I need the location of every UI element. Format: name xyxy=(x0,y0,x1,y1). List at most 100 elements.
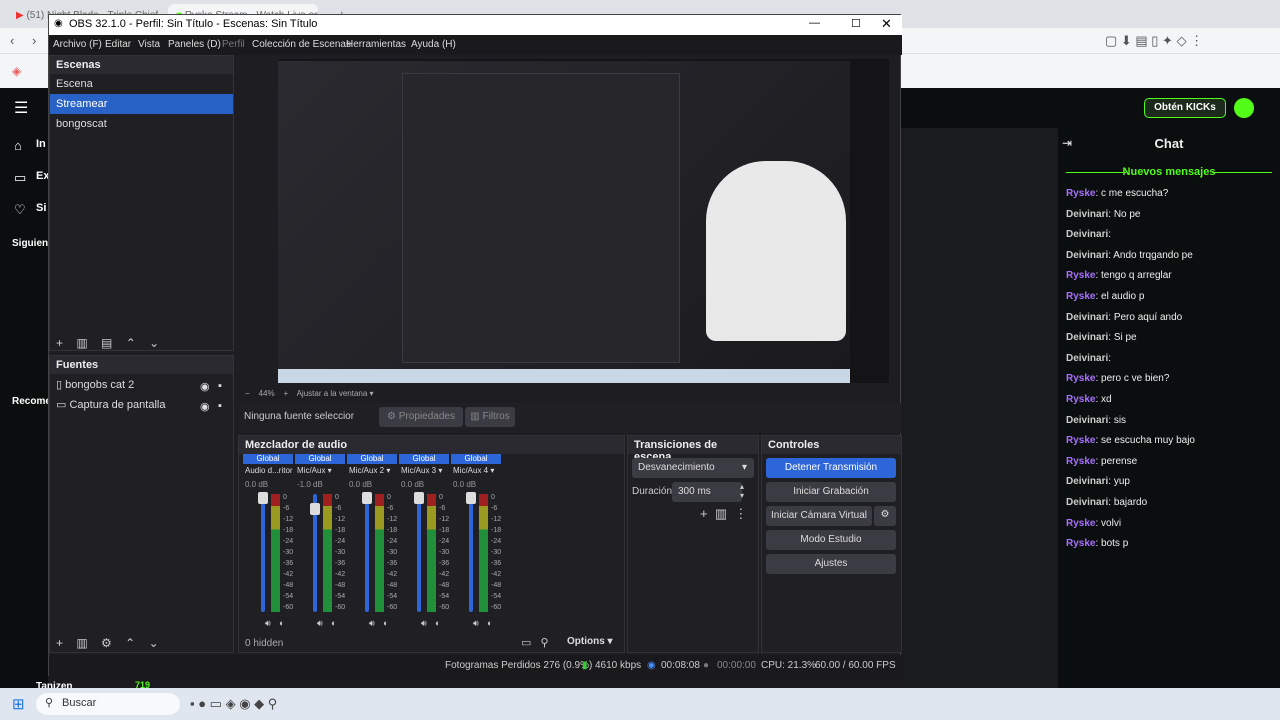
windows-start-icon[interactable]: ⊞ xyxy=(12,695,25,713)
chat-username[interactable]: Ryske xyxy=(1066,538,1095,549)
source-item[interactable]: ▯ bongobs cat 2 ◉ ▪ xyxy=(50,374,233,394)
trash-icon[interactable]: ▥ xyxy=(715,506,727,521)
menu-editar[interactable]: Editar xyxy=(105,39,131,50)
duration-input[interactable]: 300 ms xyxy=(672,482,742,502)
zoom-select[interactable]: Ajustar a la ventana xyxy=(297,389,368,398)
menu-perfil[interactable]: Perfil xyxy=(222,39,245,50)
mixer-tools-icon[interactable]: ▭ ⚲ xyxy=(521,636,549,649)
volume-knob[interactable] xyxy=(310,502,320,515)
channel-name[interactable]: Mic/Aux ▾ xyxy=(297,466,345,475)
speaker-icon[interactable]: 🔊︎ xyxy=(421,618,427,629)
chat-username[interactable]: Ryske xyxy=(1066,394,1095,405)
channel-name[interactable]: Audio d...ritorio ▾ xyxy=(245,466,293,475)
scene-item[interactable]: Escena xyxy=(50,74,233,94)
heart-icon[interactable]: ♡ xyxy=(14,202,26,218)
user-avatar[interactable] xyxy=(1234,98,1254,118)
lock-icon[interactable]: ▪ xyxy=(218,380,222,392)
scene-item-selected[interactable]: Streamear xyxy=(50,94,233,114)
chat-username[interactable]: Deivinari xyxy=(1066,332,1108,343)
chat-username[interactable]: Ryske xyxy=(1066,456,1095,467)
eye-icon[interactable]: ◉ xyxy=(200,380,210,393)
taskbar-search[interactable]: ⚲ Buscar xyxy=(36,693,180,715)
menu-ayuda[interactable]: Ayuda (H) xyxy=(411,39,456,50)
menu-paneles[interactable]: Paneles (D) xyxy=(168,39,221,50)
gear-icon[interactable]: ⚙ xyxy=(101,636,112,650)
duration-stepper[interactable]: ▴ ▾ xyxy=(740,482,744,500)
chat-username[interactable]: Deivinari xyxy=(1066,312,1108,323)
zoom-in[interactable]: + xyxy=(283,389,288,398)
volume-knob[interactable] xyxy=(466,492,476,504)
add-icon[interactable]: + xyxy=(56,336,63,350)
browse-icon[interactable]: ▭ xyxy=(14,170,26,186)
eye-icon[interactable]: ◉ xyxy=(200,400,210,413)
back-icon[interactable]: ‹ xyxy=(10,33,14,48)
headphones-icon[interactable]: ◐ xyxy=(279,618,284,628)
scene-item[interactable]: bongoscat xyxy=(50,114,233,134)
source-item[interactable]: ▭ Captura de pantalla ◉ ▪ xyxy=(50,394,233,414)
chat-username[interactable]: Deivinari xyxy=(1066,476,1108,487)
speaker-icon[interactable]: 🔊︎ xyxy=(473,618,479,629)
volume-slider[interactable] xyxy=(417,494,421,612)
menu-coleccion[interactable]: Colección de Escenas xyxy=(252,39,351,50)
taskbar-apps-icon[interactable]: ▪ ● ▭ ◈ ◉ ◆ ⚲ xyxy=(190,696,277,712)
volume-knob[interactable] xyxy=(362,492,372,504)
virtual-cam-settings-icon[interactable]: ⚙ xyxy=(874,506,896,526)
menu-vista[interactable]: Vista xyxy=(138,39,160,50)
menu-herramientas[interactable]: Herramientas xyxy=(346,39,406,50)
volume-slider[interactable] xyxy=(261,494,265,612)
transition-select[interactable]: Desvanecimiento ▾ xyxy=(632,458,754,478)
start-virtual-cam-button[interactable]: Iniciar Cámara Virtual xyxy=(766,506,872,526)
extensions-icon[interactable]: ▢ ⬇ ▤ ▯ ✦ ◇ ⋮ xyxy=(1105,33,1203,49)
chat-username[interactable]: Ryske xyxy=(1066,373,1095,384)
add-icon[interactable]: + xyxy=(56,636,63,650)
trash-icon[interactable]: ▥ xyxy=(76,336,87,350)
down-icon[interactable]: ⌄ xyxy=(149,636,159,650)
chat-username[interactable]: Ryske xyxy=(1066,518,1095,529)
chat-username[interactable]: Deivinari xyxy=(1066,229,1108,240)
trash-icon[interactable]: ▥ xyxy=(76,636,87,650)
up-icon[interactable]: ⌃ xyxy=(125,636,135,650)
studio-mode-button[interactable]: Modo Estudio xyxy=(766,530,896,550)
add-icon[interactable]: + xyxy=(700,506,708,521)
headphones-icon[interactable]: ◐ xyxy=(435,618,440,628)
headphones-icon[interactable]: ◐ xyxy=(383,618,388,628)
chat-username[interactable]: Ryske xyxy=(1066,188,1095,199)
headphones-icon[interactable]: ◐ xyxy=(487,618,492,628)
channel-name[interactable]: Mic/Aux 4 ▾ xyxy=(453,466,501,475)
chat-username[interactable]: Deivinari xyxy=(1066,497,1108,508)
down-icon[interactable]: ⌄ xyxy=(149,336,159,350)
more-icon[interactable]: ⋮ xyxy=(734,506,747,521)
chat-username[interactable]: Ryske xyxy=(1066,270,1095,281)
chat-username[interactable]: Deivinari xyxy=(1066,353,1108,364)
menu-icon[interactable]: ☰ xyxy=(14,98,28,118)
gear-icon[interactable]: ▤ xyxy=(101,336,112,350)
start-recording-button[interactable]: Iniciar Grabación xyxy=(766,482,896,502)
settings-button[interactable]: Ajustes xyxy=(766,554,896,574)
minimize-icon[interactable]: — xyxy=(809,17,820,29)
channel-name[interactable]: Mic/Aux 2 ▾ xyxy=(349,466,397,475)
speaker-icon[interactable]: 🔊︎ xyxy=(265,618,271,629)
options-button[interactable]: Options ▾ xyxy=(567,636,613,647)
chat-username[interactable]: Deivinari xyxy=(1066,209,1108,220)
up-icon[interactable]: ⌃ xyxy=(126,336,136,350)
home-icon[interactable]: ⌂ xyxy=(14,138,22,153)
chat-username[interactable]: Deivinari xyxy=(1066,415,1108,426)
volume-slider[interactable] xyxy=(469,494,473,612)
forward-icon[interactable]: › xyxy=(32,33,36,48)
filters-button[interactable]: ▥ Filtros xyxy=(465,407,515,427)
zoom-out[interactable]: − xyxy=(245,389,250,398)
chat-username[interactable]: Deivinari xyxy=(1066,250,1108,261)
chat-username[interactable]: Ryske xyxy=(1066,435,1095,446)
volume-knob[interactable] xyxy=(258,492,268,504)
get-kicks-button[interactable]: Obtén KICKs xyxy=(1144,98,1226,118)
chat-username[interactable]: Ryske xyxy=(1066,291,1095,302)
headphones-icon[interactable]: ◐ xyxy=(331,618,336,628)
properties-button[interactable]: ⚙ Propiedades xyxy=(379,407,463,427)
speaker-icon[interactable]: 🔊︎ xyxy=(369,618,375,629)
close-icon[interactable]: ✕ xyxy=(881,16,892,32)
volume-slider[interactable] xyxy=(365,494,369,612)
stop-stream-button[interactable]: Detener Transmisión xyxy=(766,458,896,478)
menu-archivo[interactable]: Archivo (F) xyxy=(53,39,102,50)
speaker-icon[interactable]: 🔊︎ xyxy=(317,618,323,629)
maximize-icon[interactable]: ☐ xyxy=(851,17,861,30)
